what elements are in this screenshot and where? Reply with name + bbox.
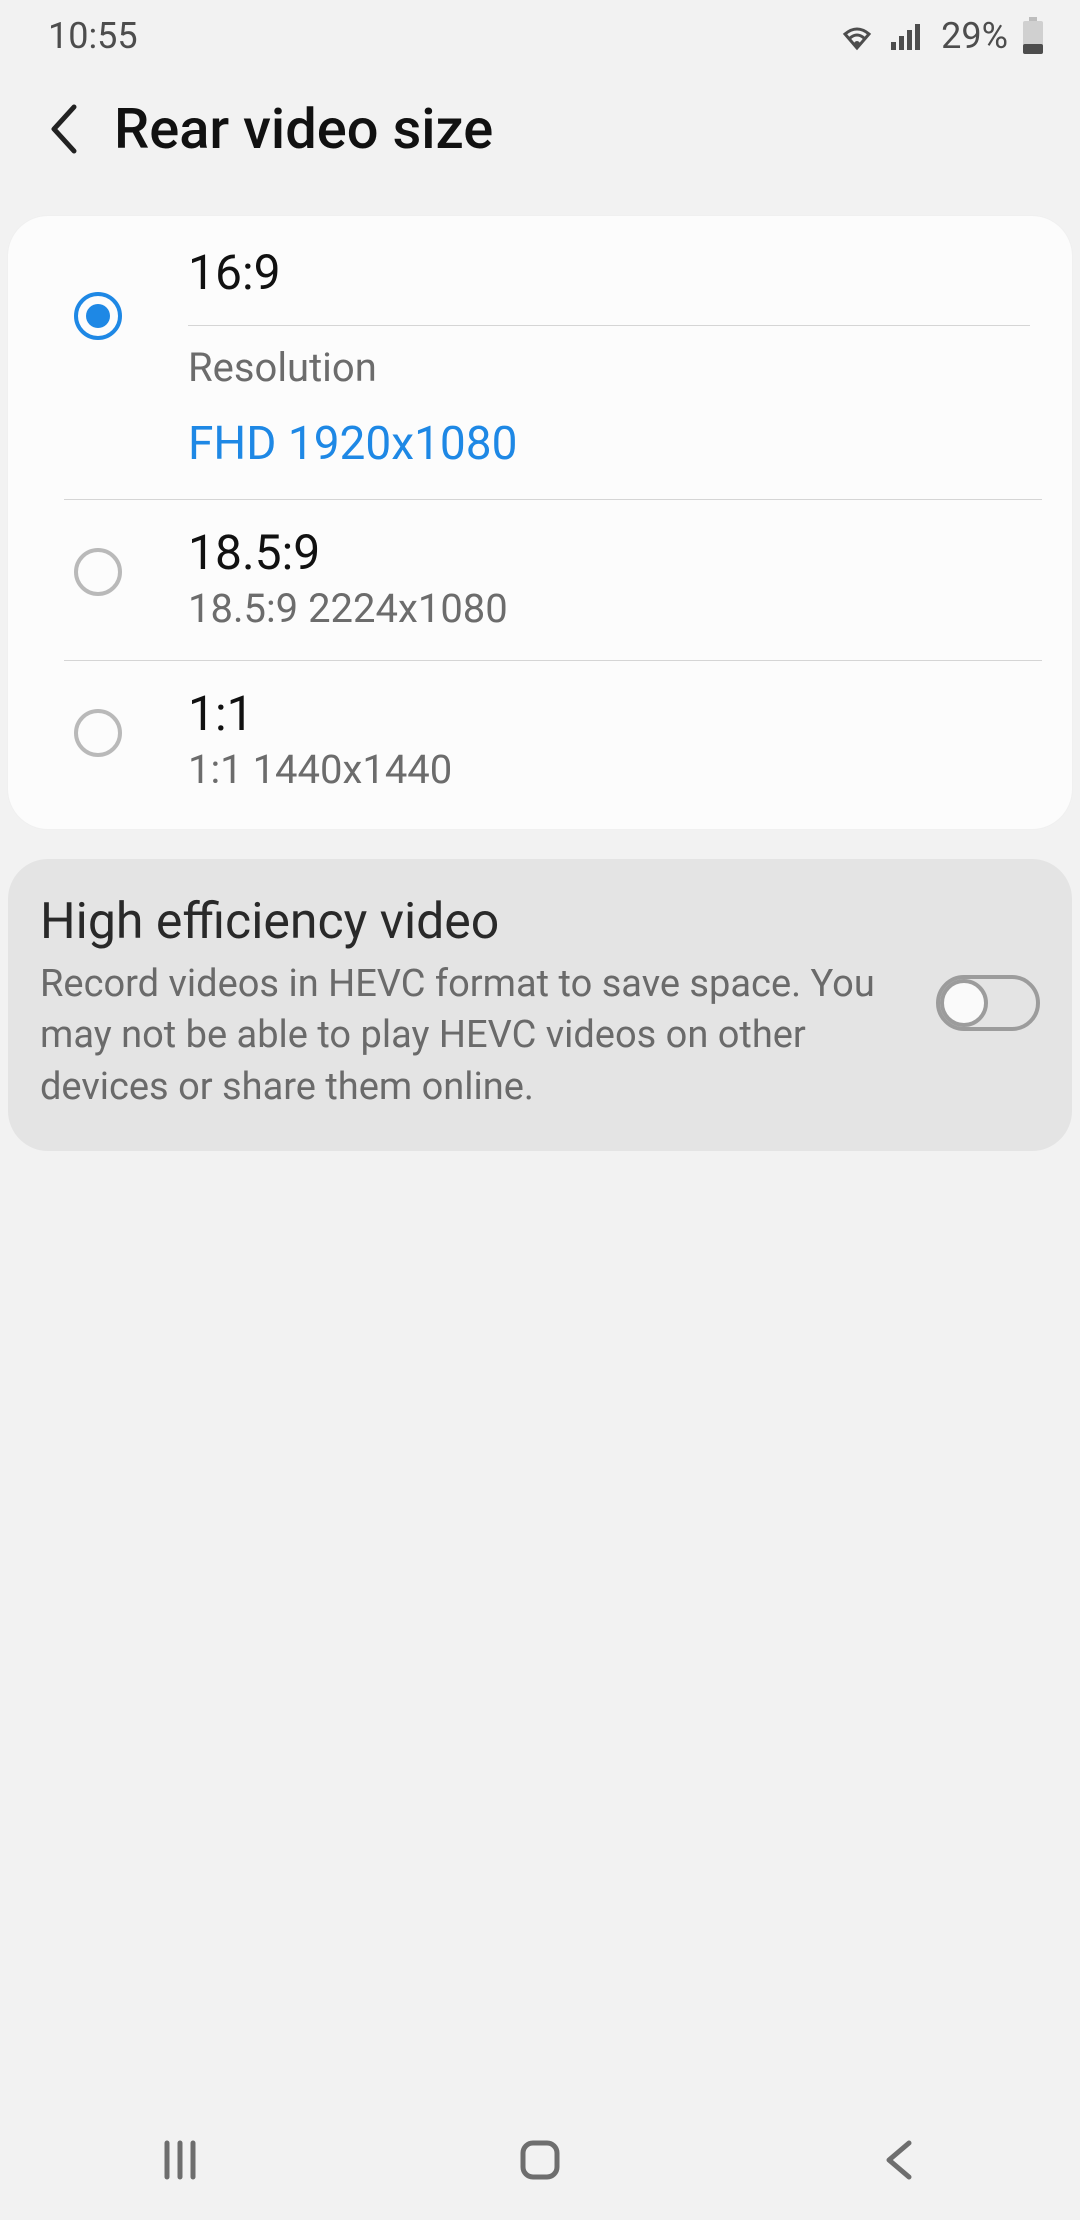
radio-18-5-9[interactable]: [74, 548, 122, 596]
battery-icon: [1022, 17, 1044, 55]
option-1-1[interactable]: 1:1 1:1 1440x1440: [8, 661, 1072, 801]
wifi-icon: [837, 20, 877, 52]
hevc-title: High efficiency video: [40, 893, 908, 951]
status-icons: 29%: [837, 15, 1044, 57]
radio-16-9[interactable]: [74, 292, 122, 340]
resolution-label: Resolution: [188, 326, 1030, 399]
option-18-5-9[interactable]: 18.5:9 18.5:9 2224x1080: [8, 500, 1072, 660]
nav-recents-icon[interactable]: [153, 2133, 207, 2187]
page-title: Rear video size: [114, 96, 493, 162]
hevc-description: Record videos in HEVC format to save spa…: [40, 959, 908, 1113]
option-title: 16:9: [188, 216, 1030, 325]
nav-back-icon[interactable]: [873, 2133, 927, 2187]
hevc-switch[interactable]: [936, 975, 1040, 1031]
option-title: 18.5:9: [188, 500, 1030, 585]
nav-home-icon[interactable]: [513, 2133, 567, 2187]
page-header: Rear video size: [0, 72, 1080, 216]
option-16-9[interactable]: 16:9 Resolution FHD 1920x1080: [8, 216, 1072, 499]
option-subtitle: 1:1 1440x1440: [188, 746, 1030, 801]
nav-bar: [0, 2100, 1080, 2220]
radio-1-1[interactable]: [74, 709, 122, 757]
video-size-card: 16:9 Resolution FHD 1920x1080 18.5:9 18.…: [8, 216, 1072, 829]
resolution-value[interactable]: FHD 1920x1080: [188, 399, 1030, 499]
status-time: 10:55: [48, 15, 138, 57]
option-subtitle: 18.5:9 2224x1080: [188, 585, 1030, 660]
battery-percent: 29%: [941, 15, 1008, 57]
signal-icon: [891, 20, 927, 52]
back-icon[interactable]: [44, 103, 86, 155]
status-bar: 10:55 29%: [0, 0, 1080, 72]
option-title: 1:1: [188, 661, 1030, 746]
hevc-card[interactable]: High efficiency video Record videos in H…: [8, 859, 1072, 1151]
